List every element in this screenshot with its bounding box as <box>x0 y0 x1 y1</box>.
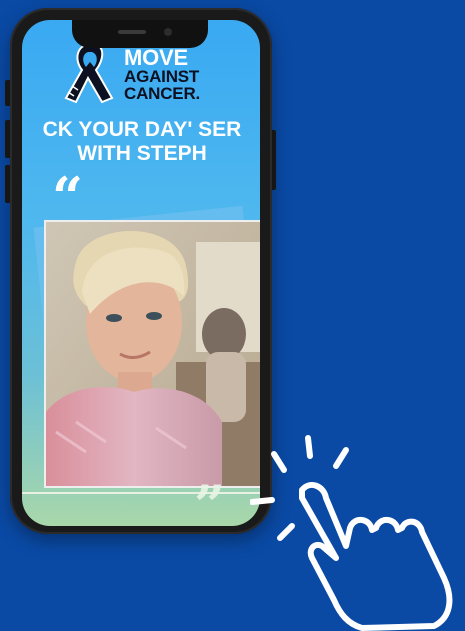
headline-line-1: CK YOUR DAY' SER <box>42 118 242 141</box>
brand-logo: MOVE AGAINST CANCER. <box>62 38 232 108</box>
phone-mockup: MOVE AGAINST CANCER. CK YOUR DAY' SER WI… <box>10 8 272 534</box>
close-quote-icon: ” <box>194 473 226 526</box>
series-headline: CK YOUR DAY' SER WITH STEPH <box>22 118 260 166</box>
logo-line-move: MOVE <box>124 45 188 70</box>
phone-notch <box>72 20 208 48</box>
headline-line-2: WITH STEPH <box>77 142 207 165</box>
video-photo <box>46 222 260 486</box>
awareness-ribbon-icon <box>64 42 114 104</box>
video-thumbnail[interactable] <box>44 220 260 488</box>
logo-line-cancer: CANCER. <box>124 84 201 103</box>
speaker-grille <box>118 30 146 34</box>
phone-screen: MOVE AGAINST CANCER. CK YOUR DAY' SER WI… <box>22 20 260 526</box>
logo-line-against: AGAINST <box>124 67 200 86</box>
logo-wordmark: MOVE AGAINST CANCER. <box>124 45 244 103</box>
hand-pointer-icon <box>250 435 453 631</box>
open-quote-icon: “ <box>52 165 84 229</box>
front-camera <box>164 28 172 36</box>
